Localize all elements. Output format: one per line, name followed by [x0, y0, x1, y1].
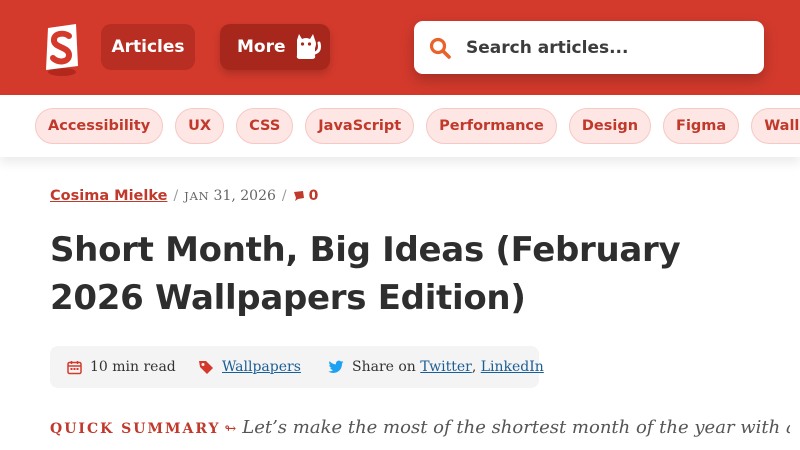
calendar-icon: [67, 360, 82, 374]
article-title-line-1: Short Month, Big Ideas (February: [50, 230, 681, 270]
category-link[interactable]: Wallpapers: [222, 359, 301, 375]
site-header: Articles More: [0, 0, 800, 95]
tag-ux[interactable]: UX: [175, 108, 225, 144]
read-time: 10 min read: [67, 346, 176, 388]
tag-icon: [199, 361, 213, 374]
search-box[interactable]: [414, 21, 764, 74]
share-linkedin-link[interactable]: LinkedIn: [481, 359, 544, 375]
nav-more-button[interactable]: More: [220, 24, 330, 70]
tag-list: Accessibility UX CSS JavaScript Performa…: [35, 108, 800, 144]
topic-tag-bar: Accessibility UX CSS JavaScript Performa…: [0, 95, 800, 157]
share-prefix: Share on: [352, 359, 416, 375]
article-meta: Cosima Mielke / JAN 31, 2026 / 0: [50, 186, 318, 206]
quick-summary: QUICK SUMMARY ↬ Let’s make the most of the…: [50, 417, 790, 438]
comment-icon: [293, 191, 304, 201]
nav-more-label: More: [237, 37, 286, 57]
search-input[interactable]: [466, 33, 751, 63]
tag-css[interactable]: CSS: [236, 108, 294, 144]
tag-wallpapers[interactable]: Wallpapers: [751, 108, 800, 144]
comments-link[interactable]: 0: [293, 188, 319, 204]
article-title: Short Month, Big Ideas (February 2026 Wa…: [50, 226, 750, 322]
smashing-logo-icon[interactable]: [38, 22, 86, 78]
article-info-box: 10 min read Wallpapers Share on Twitter,…: [50, 346, 544, 388]
author-link[interactable]: Cosima Mielke: [50, 188, 167, 204]
search-icon[interactable]: [428, 36, 452, 60]
tag-figma[interactable]: Figma: [663, 108, 740, 144]
tag-performance[interactable]: Performance: [426, 108, 557, 144]
meta-separator: /: [281, 188, 287, 204]
share-links: Share on Twitter, LinkedIn: [328, 346, 544, 388]
read-time-label: 10 min read: [90, 359, 176, 375]
share-separator: ,: [471, 359, 477, 375]
cat-icon: [296, 34, 321, 59]
tag-accessibility[interactable]: Accessibility: [35, 108, 164, 144]
meta-separator: /: [173, 188, 179, 204]
tag-design[interactable]: Design: [568, 108, 652, 144]
tag-javascript[interactable]: JavaScript: [305, 108, 415, 144]
quick-summary-text: Let’s make the most of the shortest mont…: [242, 417, 790, 438]
summary-separator: ↬: [224, 421, 237, 437]
share-twitter-link[interactable]: Twitter: [420, 359, 472, 375]
quick-summary-label: QUICK SUMMARY: [50, 421, 221, 437]
date-day-year: 31, 2026: [213, 188, 276, 204]
twitter-bird-icon: [328, 360, 344, 373]
nav-articles-label: Articles: [111, 37, 185, 57]
comments-count: 0: [308, 188, 319, 204]
nav-articles-button[interactable]: Articles: [101, 24, 195, 70]
article-title-line-2: 2026 Wallpapers Edition): [50, 278, 526, 318]
date-month: JAN: [184, 189, 210, 203]
category: Wallpapers: [198, 346, 301, 388]
